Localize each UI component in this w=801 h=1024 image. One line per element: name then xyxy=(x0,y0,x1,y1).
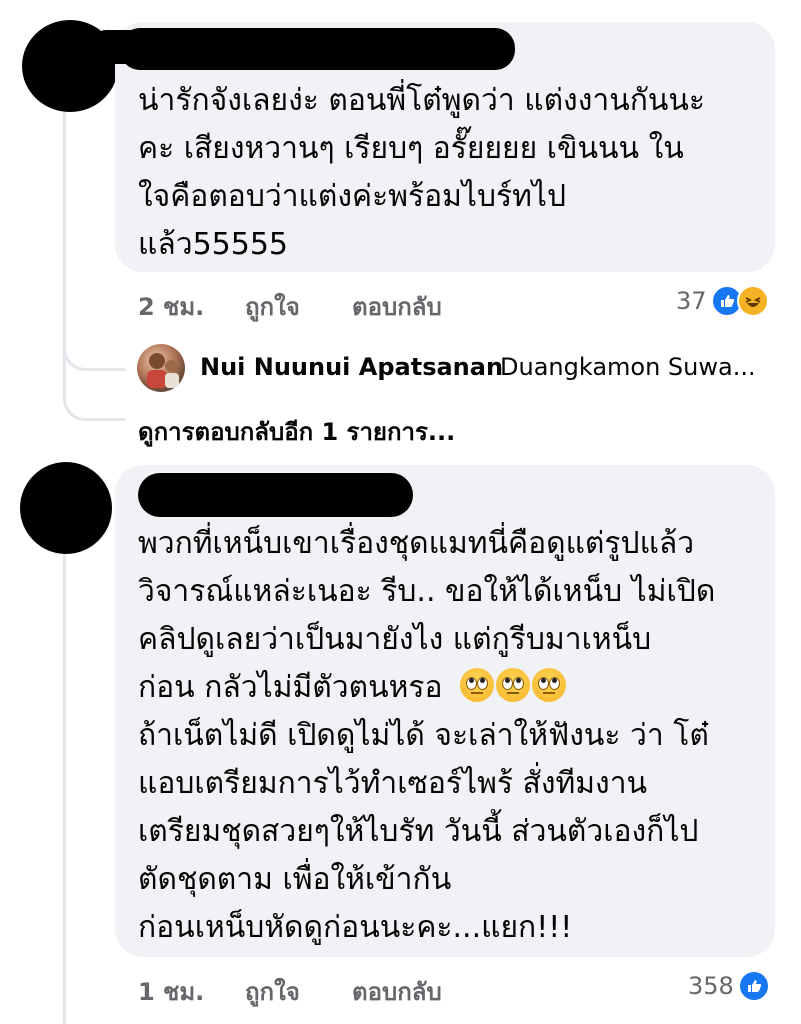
comment-timestamp[interactable]: 1 ชม. xyxy=(138,972,204,1011)
comment-text-line-with-emoji: ก่อน กลัวไม่มีตัวตนหรอ xyxy=(138,664,568,713)
like-button[interactable]: ถูกใจ xyxy=(245,287,300,326)
comment-text-line: น่ารักจังเลยง่ะ ตอนพี่โต๋พูดว่า แต่งงานก… xyxy=(138,83,705,118)
comment-text-line: พวกที่เหน็บเขาเรื่องชุดแมทนี่คือดูแต่รูป… xyxy=(138,526,695,561)
comment-text-line: เตรียมชุดสวยๆให้ไบรัท วันนี้ ส่วนตัวเองก… xyxy=(138,814,699,849)
reaction-count: 358 xyxy=(688,972,734,1000)
reply-avatar[interactable] xyxy=(137,344,185,392)
reply-snippet: Duangkamon Suwa... xyxy=(500,353,756,381)
reply-button[interactable]: ตอบกลับ xyxy=(352,972,442,1011)
haha-icon xyxy=(736,285,769,317)
comment-text-line: คลิปดูเลยว่าเป็นมายังไง แต่กูรีบมาเหน็บ xyxy=(138,622,652,657)
comment-text-line: แอบเตรียมการไว้ทำเซอร์ไพร้ สั่งทีมงาน xyxy=(138,766,648,801)
author-name-redacted[interactable] xyxy=(120,28,515,70)
comment-text-line: คะ เสียงหวานๆ เรียบๆ อรั๊ยยยย เขินนน ใน xyxy=(138,131,684,166)
view-more-replies-link[interactable]: ดูการตอบกลับอีก 1 รายการ... xyxy=(138,412,455,451)
comment-text-line: ใจคือตอบว่าแต่งค่ะพร้อมไบร์ทไป xyxy=(138,179,567,214)
face-with-rolling-eyes-icon xyxy=(496,668,531,702)
reaction-summary[interactable]: 37 xyxy=(676,285,769,317)
like-icon xyxy=(737,970,770,1002)
comment-text-line: ก่อนเหน็บหัดดูก่อนนะคะ...แยก!!! xyxy=(138,910,573,945)
reply-author-name[interactable]: Nui Nuunui Apatsanan xyxy=(200,353,503,381)
reaction-summary[interactable]: 358 xyxy=(688,970,770,1002)
comment-text-line: แล้ว55555 xyxy=(138,227,288,262)
face-with-rolling-eyes-icon xyxy=(532,668,567,702)
author-name-redacted-blot xyxy=(92,30,150,64)
face-with-rolling-eyes-icon xyxy=(460,668,495,702)
comment-text-line: วิจารณ์แหล่ะเนอะ รีบ.. ขอให้ได้เหน็บ ไม่… xyxy=(138,574,716,609)
thread-connector xyxy=(63,370,126,421)
reaction-count: 37 xyxy=(676,287,707,315)
comment-text-line: ตัดชุดตาม เพื่อให้เข้ากัน xyxy=(138,862,452,897)
comment-timestamp[interactable]: 2 ชม. xyxy=(138,287,204,326)
author-name-redacted[interactable] xyxy=(138,473,413,517)
avatar-redacted[interactable] xyxy=(20,462,112,554)
comment-text-segment: ก่อน กลัวไม่มีตัวตนหรอ xyxy=(138,670,443,705)
reply-button[interactable]: ตอบกลับ xyxy=(352,287,442,326)
comment-text-line: ถ้าเน็ตไม่ดี เปิดดูไม่ได้ จะเล่าให้ฟังนะ… xyxy=(138,718,709,753)
thread-connector xyxy=(63,320,126,371)
thread-line xyxy=(63,554,66,1024)
like-button[interactable]: ถูกใจ xyxy=(245,972,300,1011)
